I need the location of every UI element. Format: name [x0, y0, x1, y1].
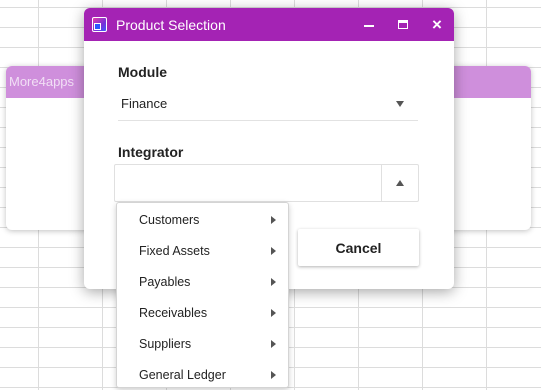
menu-item-label: Fixed Assets [139, 243, 210, 258]
minimize-button[interactable] [352, 8, 386, 41]
integrator-dropdown-toggle[interactable] [381, 165, 418, 201]
integrator-dropdown-menu: Customers Fixed Assets Payables Receivab… [116, 202, 289, 388]
chevron-down-icon [396, 100, 404, 107]
menu-item-label: General Ledger [139, 367, 226, 382]
chevron-right-icon [271, 370, 276, 379]
chevron-right-icon [271, 246, 276, 255]
chevron-right-icon [271, 308, 276, 317]
integrator-combobox [114, 164, 419, 202]
cancel-button[interactable]: Cancel [298, 229, 419, 266]
maximize-button[interactable] [386, 8, 420, 41]
maximize-icon [398, 20, 408, 29]
chevron-right-icon [271, 277, 276, 286]
menu-item-label: Receivables [139, 305, 208, 320]
menu-item-label: Customers [139, 212, 200, 227]
menu-item-payables[interactable]: Payables [117, 266, 288, 297]
chevron-right-icon [271, 339, 276, 348]
menu-item-label: Payables [139, 274, 191, 289]
close-icon: × [432, 15, 442, 34]
chevron-up-icon [396, 180, 404, 186]
menu-item-fixed-assets[interactable]: Fixed Assets [117, 235, 288, 266]
chevron-right-icon [271, 215, 276, 224]
app-icon [92, 17, 107, 32]
close-button[interactable]: × [420, 8, 454, 41]
menu-item-receivables[interactable]: Receivables [117, 297, 288, 328]
dialog-titlebar[interactable]: Product Selection × [84, 8, 454, 41]
module-label: Module [118, 64, 167, 80]
module-value: Finance [121, 96, 168, 111]
integrator-input[interactable] [115, 165, 381, 201]
dialog-title: Product Selection [116, 16, 226, 33]
minimize-icon [364, 25, 374, 27]
menu-item-label: Suppliers [139, 336, 192, 351]
integrator-label: Integrator [118, 144, 184, 160]
menu-item-suppliers[interactable]: Suppliers [117, 328, 288, 359]
menu-item-general-ledger[interactable]: General Ledger [117, 359, 288, 390]
module-select[interactable]: Finance [118, 87, 418, 121]
window-buttons: × [352, 8, 454, 41]
menu-item-customers[interactable]: Customers [117, 204, 288, 235]
